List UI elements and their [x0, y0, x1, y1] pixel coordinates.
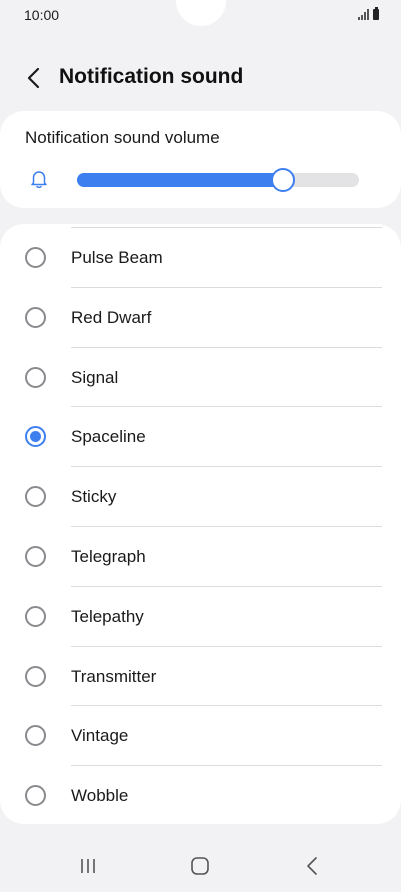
recent-apps-icon [81, 859, 95, 873]
volume-card: Notification sound volume [0, 111, 401, 208]
status-icons [358, 7, 379, 20]
battery-icon [373, 7, 379, 20]
sound-option[interactable]: Telegraph [0, 527, 401, 587]
sound-option-label: Telepathy [71, 606, 144, 626]
radio-unchecked[interactable] [25, 486, 46, 508]
volume-slider[interactable] [77, 168, 359, 192]
sound-list: Pulse Beam Red Dwarf Signal Spaceline Sticky… [0, 228, 401, 824]
radio-unchecked[interactable] [25, 665, 46, 687]
sound-option[interactable]: Sticky [0, 467, 401, 527]
sound-option-label: Sticky [71, 487, 117, 507]
sound-option[interactable]: Wobble [0, 766, 401, 824]
volume-label: Notification sound volume [25, 128, 220, 147]
nav-back-icon [307, 857, 317, 875]
sound-list-card: Pulse Beam Red Dwarf Signal Spaceline Sticky… [0, 224, 401, 824]
status-time: 10:00 [24, 7, 60, 23]
radio-unchecked[interactable] [25, 545, 46, 567]
slider-thumb[interactable] [270, 168, 295, 192]
slider-fill [77, 173, 283, 187]
sound-option[interactable]: Vintage [0, 706, 401, 767]
sound-option[interactable]: Pulse Beam [0, 228, 401, 288]
status-bar: 10:00 [0, 0, 401, 32]
radio-checked[interactable] [25, 426, 46, 448]
sound-option-label: Wobble [71, 786, 129, 806]
radio-unchecked[interactable] [25, 605, 46, 627]
sound-option-label: Telegraph [71, 546, 146, 566]
sound-option-label: Transmitter [71, 666, 157, 686]
radio-unchecked[interactable] [25, 785, 46, 807]
camera-notch [176, 0, 226, 26]
sound-option-label: Vintage [71, 726, 129, 746]
home-icon [191, 857, 209, 875]
nav-back-button[interactable] [297, 854, 327, 878]
sound-option[interactable]: Red Dwarf [0, 288, 401, 348]
sound-option[interactable]: Signal [0, 348, 401, 408]
radio-unchecked[interactable] [25, 306, 46, 328]
bell-icon [31, 171, 47, 189]
signal-icon [358, 9, 369, 20]
page-title: Notification sound [59, 65, 244, 88]
radio-unchecked[interactable] [25, 725, 46, 747]
page-header: Notification sound [0, 56, 401, 100]
sound-option[interactable]: Transmitter [0, 647, 401, 707]
back-button[interactable] [18, 62, 50, 94]
radio-unchecked[interactable] [25, 366, 46, 388]
sound-option-label: Red Dwarf [71, 307, 152, 327]
home-button[interactable] [185, 854, 215, 878]
chevron-left-icon [27, 67, 40, 89]
sound-option[interactable]: Telepathy [0, 587, 401, 647]
radio-unchecked[interactable] [25, 247, 46, 268]
sound-option[interactable]: Spaceline [0, 407, 401, 468]
recent-apps-button[interactable] [74, 854, 104, 878]
sound-option-label: Pulse Beam [71, 248, 163, 267]
navigation-bar [0, 840, 401, 892]
sound-option-label: Signal [71, 367, 119, 387]
sound-option-label: Spaceline [71, 427, 146, 447]
